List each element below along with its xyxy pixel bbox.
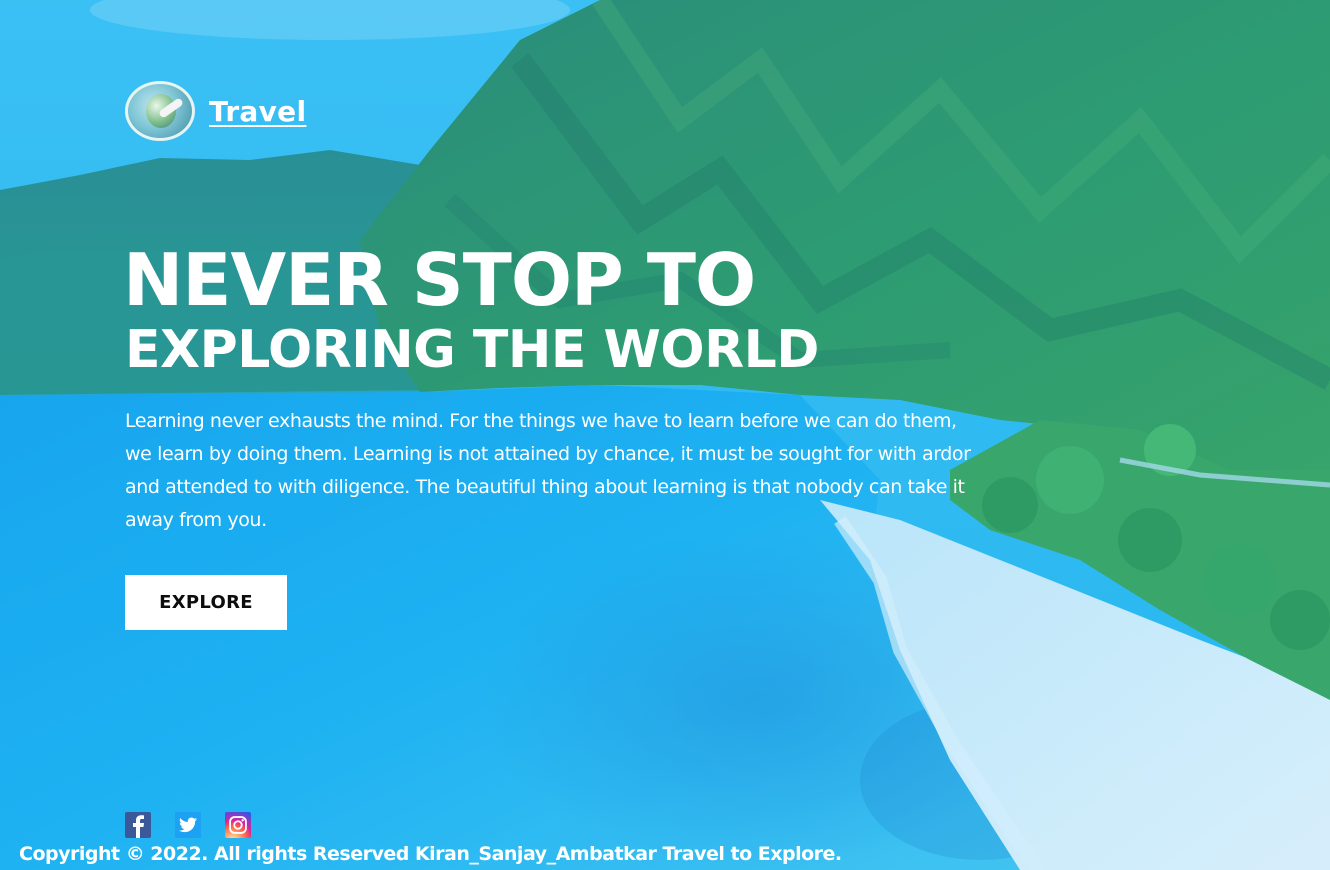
globe-plane-logo-icon[interactable]: [125, 81, 195, 141]
brand: Travel: [125, 81, 306, 141]
social-links: [125, 812, 251, 838]
headline-line-2: EXPLORING THE WORLD: [125, 320, 819, 380]
facebook-icon[interactable]: [125, 812, 151, 838]
hero-paragraph: Learning never exhausts the mind. For th…: [125, 410, 971, 531]
brand-name-link[interactable]: Travel: [209, 95, 306, 128]
instagram-icon[interactable]: [225, 812, 251, 838]
explore-button[interactable]: EXPLORE: [125, 575, 287, 630]
headline-line-1: NEVER STOP TO: [123, 238, 756, 322]
twitter-icon[interactable]: [175, 812, 201, 838]
copyright-text: Copyright © 2022. All rights Reserved Ki…: [19, 843, 842, 865]
